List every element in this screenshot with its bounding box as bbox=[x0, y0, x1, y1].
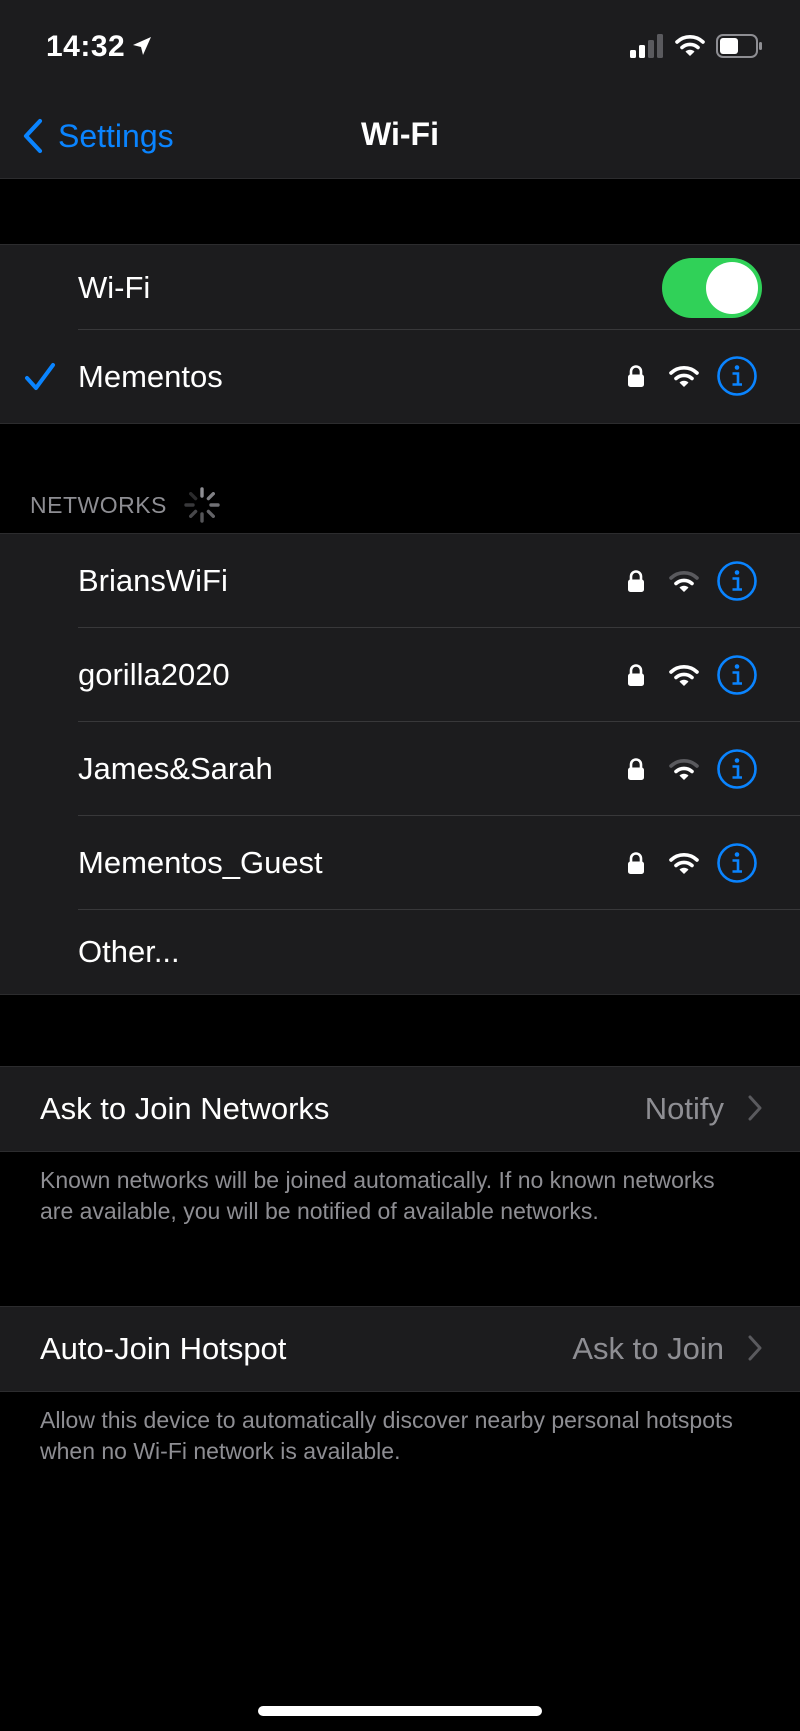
info-icon[interactable] bbox=[716, 842, 758, 884]
wifi-main-group: Wi-Fi Mementos bbox=[0, 244, 800, 424]
battery-icon bbox=[716, 34, 762, 58]
wifi-signal-icon bbox=[669, 571, 699, 592]
toggle-knob bbox=[706, 262, 758, 314]
status-time: 14:32 bbox=[46, 30, 126, 63]
wifi-signal-icon bbox=[669, 853, 699, 874]
networks-section-header: NETWORKS bbox=[30, 486, 221, 524]
network-row[interactable]: BriansWiFi bbox=[0, 534, 800, 628]
auto-join-hotspot-row[interactable]: Auto-Join Hotspot Ask to Join bbox=[0, 1307, 800, 1391]
network-name: BriansWiFi bbox=[78, 563, 228, 598]
ask-to-join-footer: Known networks will be joined automatica… bbox=[40, 1167, 715, 1224]
info-icon[interactable] bbox=[716, 654, 758, 696]
network-row[interactable]: James&Sarah bbox=[0, 722, 800, 816]
network-name: gorilla2020 bbox=[78, 657, 230, 692]
auto-join-hotspot-value: Ask to Join bbox=[572, 1331, 724, 1366]
ask-to-join-group: Ask to Join Networks Notify bbox=[0, 1066, 800, 1152]
home-indicator bbox=[258, 1706, 542, 1716]
connected-network-row[interactable]: Mementos bbox=[0, 330, 800, 423]
network-name: James&Sarah bbox=[78, 751, 273, 786]
status-bar: 14:32 bbox=[0, 0, 800, 92]
network-name: Mementos_Guest bbox=[78, 845, 323, 880]
auto-join-hotspot-footer: Allow this device to automatically disco… bbox=[40, 1407, 733, 1464]
chevron-right-icon bbox=[748, 1335, 762, 1361]
info-icon[interactable] bbox=[716, 560, 758, 602]
lock-icon bbox=[628, 570, 644, 592]
networks-header-label: NETWORKS bbox=[30, 491, 167, 518]
wifi-signal-icon bbox=[669, 366, 699, 387]
lock-icon bbox=[628, 365, 644, 387]
other-network-label: Other... bbox=[78, 934, 180, 969]
cellular-signal-icon bbox=[630, 34, 663, 58]
auto-join-hotspot-group: Auto-Join Hotspot Ask to Join bbox=[0, 1306, 800, 1392]
wifi-signal-icon bbox=[669, 665, 699, 686]
wifi-status-icon bbox=[675, 35, 705, 56]
info-icon[interactable] bbox=[716, 748, 758, 790]
location-arrow-icon bbox=[133, 37, 151, 55]
network-row[interactable]: Mementos_Guest bbox=[0, 816, 800, 910]
wifi-toggle[interactable] bbox=[662, 258, 762, 318]
activity-spinner-icon bbox=[184, 487, 220, 523]
info-icon[interactable] bbox=[716, 355, 758, 397]
page-title: Wi-Fi bbox=[361, 116, 439, 152]
checkmark-icon bbox=[25, 363, 55, 390]
other-network-row[interactable]: Other... bbox=[0, 910, 800, 994]
wifi-signal-icon bbox=[669, 759, 699, 780]
network-row[interactable]: gorilla2020 bbox=[0, 628, 800, 722]
lock-icon bbox=[628, 664, 644, 686]
connected-network-name: Mementos bbox=[78, 358, 223, 394]
auto-join-hotspot-label: Auto-Join Hotspot bbox=[40, 1331, 287, 1366]
wifi-toggle-label: Wi-Fi bbox=[78, 269, 151, 305]
networks-list: BriansWiFi gorilla2020 James&Sarah Memen… bbox=[0, 533, 800, 995]
chevron-right-icon bbox=[748, 1095, 762, 1121]
ask-to-join-row[interactable]: Ask to Join Networks Notify bbox=[0, 1067, 800, 1151]
lock-icon bbox=[628, 852, 644, 874]
wifi-toggle-row: Wi-Fi bbox=[0, 245, 800, 330]
navigation-bar: Settings Wi-Fi bbox=[0, 92, 800, 179]
ask-to-join-value: Notify bbox=[644, 1091, 724, 1126]
ask-to-join-label: Ask to Join Networks bbox=[40, 1091, 330, 1126]
lock-icon bbox=[628, 758, 644, 780]
